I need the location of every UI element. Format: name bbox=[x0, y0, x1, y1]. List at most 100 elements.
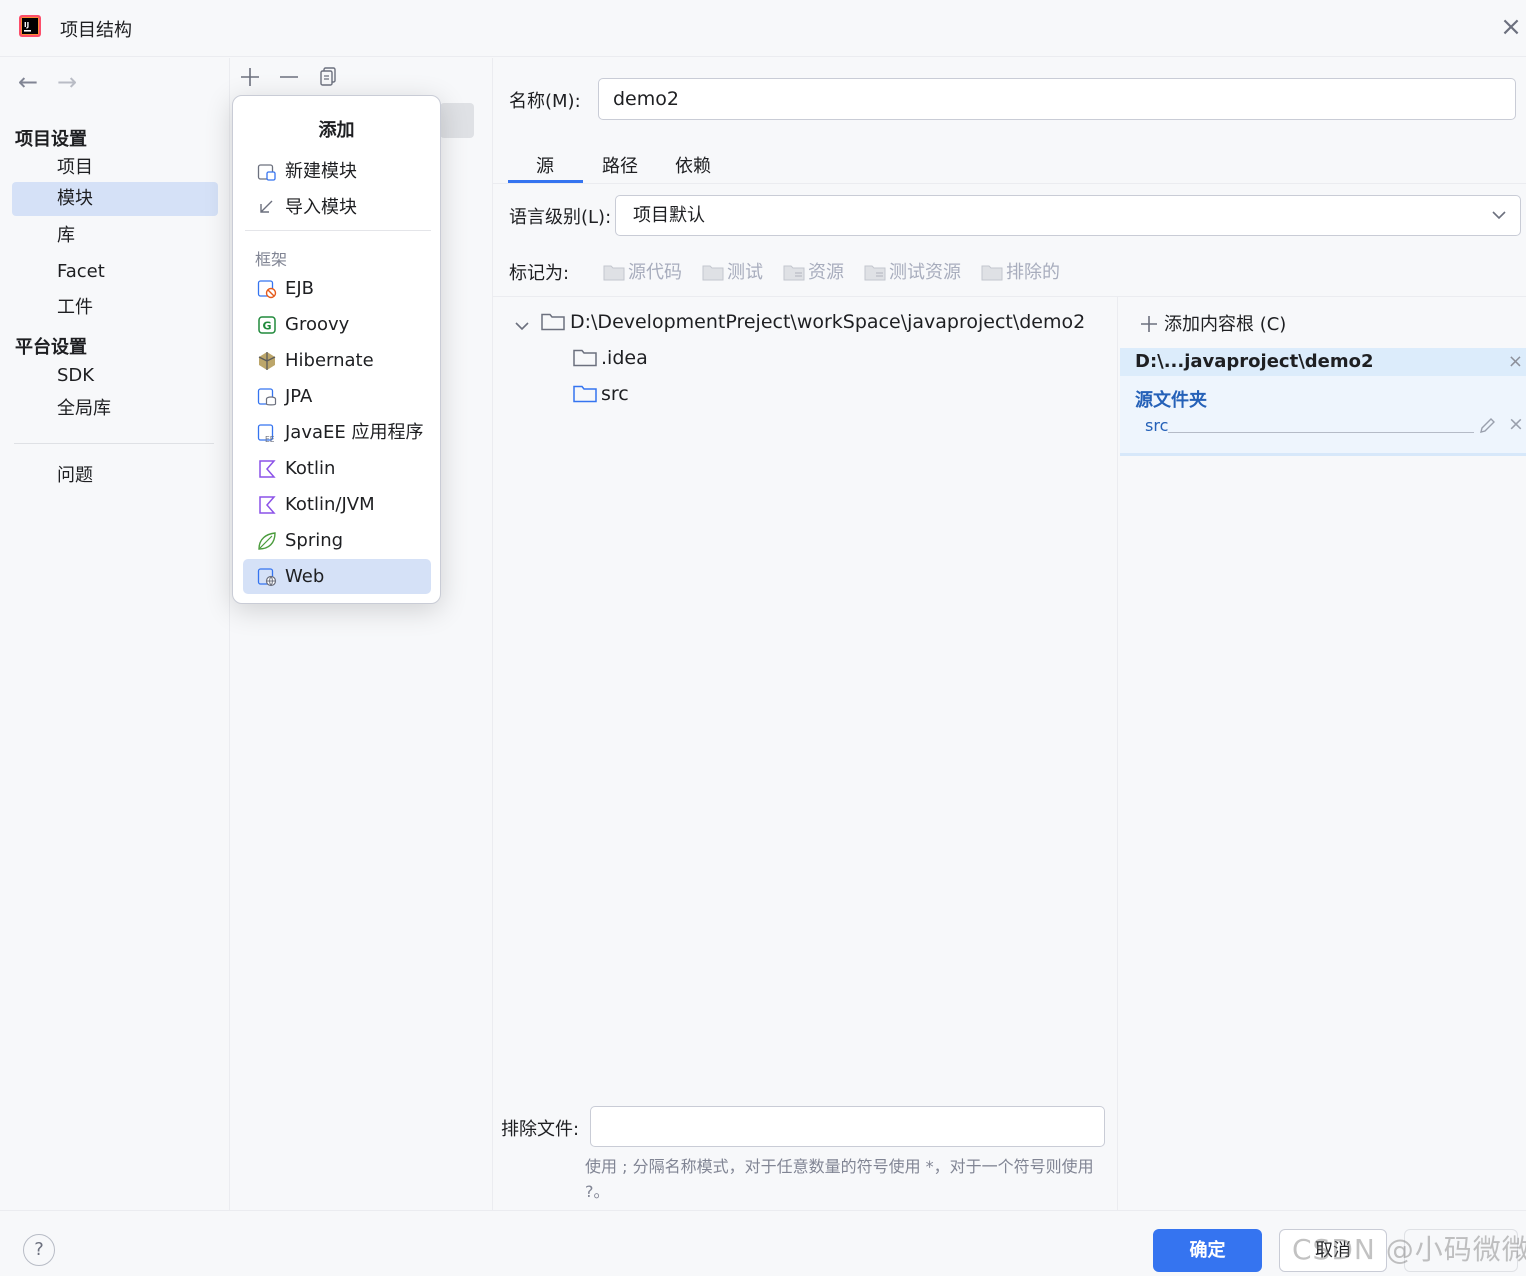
tree-item-label: src bbox=[601, 383, 629, 405]
window-title: 项目结构 bbox=[60, 20, 132, 41]
mark-as-label: 标记为: bbox=[509, 263, 570, 284]
name-label: 名称(M): bbox=[509, 91, 581, 112]
sidebar-item-sdk[interactable]: SDK bbox=[12, 359, 218, 393]
menu-item-spring[interactable]: Spring bbox=[243, 523, 431, 558]
sidebar-item-project[interactable]: 项目 bbox=[12, 151, 218, 185]
source-folders-label: 源文件夹 bbox=[1135, 390, 1207, 411]
mark-as-test-resources-button[interactable]: 测试资源 bbox=[864, 258, 961, 284]
mark-as-tests-button[interactable]: 测试 bbox=[702, 258, 763, 284]
popup-separator bbox=[245, 230, 431, 231]
minus-icon[interactable] bbox=[279, 67, 299, 87]
groovy-icon: G bbox=[258, 316, 276, 334]
folder-icon bbox=[541, 313, 565, 331]
popup-title: 添加 bbox=[318, 120, 355, 141]
folder-icon bbox=[573, 349, 597, 367]
tree-root-row[interactable]: D:\DevelopmentPreject\workSpace\javaproj… bbox=[515, 304, 1085, 340]
tab-paths[interactable]: 路径 bbox=[602, 152, 638, 178]
hibernate-icon bbox=[258, 352, 276, 370]
arrow-right-icon[interactable]: → bbox=[57, 68, 77, 96]
intellij-idea-logo-icon: IJ bbox=[19, 15, 41, 37]
excluded-folder-icon bbox=[981, 265, 1003, 281]
chevron-down-icon bbox=[1492, 211, 1506, 220]
module-name-input[interactable] bbox=[598, 78, 1516, 120]
close-icon[interactable]: × bbox=[1498, 14, 1524, 40]
project-settings-header: 项目设置 bbox=[15, 129, 87, 150]
language-level-value: 项目默认 bbox=[633, 205, 705, 226]
framework-group-header: 框架 bbox=[255, 250, 288, 269]
menu-item-hibernate[interactable]: Hibernate bbox=[243, 343, 431, 378]
svg-text:G: G bbox=[263, 320, 272, 333]
import-icon bbox=[260, 200, 273, 213]
tab-dependencies[interactable]: 依赖 bbox=[675, 152, 711, 178]
mark-as-sources-button[interactable]: 源代码 bbox=[603, 258, 682, 284]
jpa-icon bbox=[257, 388, 277, 406]
exclude-files-label: 排除文件: bbox=[501, 1119, 580, 1140]
platform-settings-header: 平台设置 bbox=[15, 337, 87, 358]
mark-as-resources-button[interactable]: 资源 bbox=[783, 258, 844, 284]
new-module-icon bbox=[257, 164, 276, 181]
add-popup-menu: 添加 新建模块 导入模块 框架 EJB G Groovy Hibernate J… bbox=[232, 95, 441, 604]
mark-as-excluded-button[interactable]: 排除的 bbox=[981, 258, 1060, 284]
plus-icon[interactable] bbox=[240, 67, 260, 87]
tab-sources[interactable]: 源 bbox=[536, 152, 554, 178]
menu-item-web[interactable]: Web bbox=[243, 559, 431, 594]
sidebar-item-artifacts[interactable]: 工件 bbox=[12, 291, 218, 325]
menu-item-jpa[interactable]: JPA bbox=[243, 379, 431, 414]
content-root-header[interactable]: D:\...javaproject\demo2 × bbox=[1120, 348, 1526, 376]
language-level-select[interactable]: 项目默认 bbox=[615, 195, 1521, 236]
menu-item-ejb[interactable]: EJB bbox=[243, 271, 431, 306]
content-root-path: D:\...javaproject\demo2 bbox=[1135, 351, 1374, 372]
ok-button[interactable]: 确定 bbox=[1153, 1229, 1262, 1272]
title-bar: IJ 项目结构 × bbox=[0, 0, 1526, 57]
sidebar-item-libraries[interactable]: 库 bbox=[12, 219, 218, 253]
tree-item-idea[interactable]: .idea bbox=[573, 340, 648, 376]
menu-item-groovy[interactable]: G Groovy bbox=[243, 307, 431, 342]
pencil-icon[interactable] bbox=[1478, 415, 1498, 435]
chevron-down-icon[interactable] bbox=[515, 321, 529, 331]
source-folder-icon bbox=[573, 385, 597, 403]
exclude-files-hint: 使用 ; 分隔名称模式，对于任意数量的符号使用 *，对于一个符号则使用 ?。 bbox=[585, 1157, 1094, 1201]
javaee-icon: EE bbox=[257, 424, 275, 443]
spring-leaf-icon bbox=[258, 532, 276, 550]
content-root-body: 源文件夹 src × bbox=[1120, 376, 1526, 456]
web-icon bbox=[257, 568, 277, 587]
menu-item-kotlin[interactable]: Kotlin bbox=[243, 451, 431, 486]
content-tree: D:\DevelopmentPreject\workSpace\javaproj… bbox=[493, 297, 1117, 1097]
svg-text:EE: EE bbox=[265, 435, 275, 443]
tree-root-label: D:\DevelopmentPreject\workSpace\javaproj… bbox=[570, 311, 1086, 333]
sidebar-item-facets[interactable]: Facet bbox=[12, 255, 218, 289]
folder-icon bbox=[702, 265, 724, 281]
help-button[interactable]: ? bbox=[23, 1234, 55, 1266]
sidebar-item-global-libraries[interactable]: 全局库 bbox=[12, 392, 218, 426]
exclude-files-input[interactable] bbox=[590, 1106, 1105, 1147]
copy-icon[interactable] bbox=[319, 66, 339, 86]
language-level-label: 语言级别(L): bbox=[509, 207, 612, 228]
test-resource-folder-icon bbox=[864, 265, 886, 281]
folder-icon bbox=[603, 265, 625, 281]
tree-item-src[interactable]: src bbox=[573, 376, 629, 412]
menu-item-new-module[interactable]: 新建模块 bbox=[243, 154, 431, 189]
close-icon[interactable]: × bbox=[1508, 348, 1523, 376]
arrow-left-icon[interactable]: ← bbox=[18, 68, 38, 96]
kotlin-icon bbox=[259, 496, 276, 514]
sidebar-item-modules[interactable]: 模块 bbox=[12, 182, 218, 216]
tabs-divider bbox=[493, 183, 1526, 184]
sidebar-item-problems[interactable]: 问题 bbox=[12, 459, 218, 493]
menu-item-javaee[interactable]: EE JavaEE 应用程序 bbox=[243, 415, 431, 450]
close-icon[interactable]: × bbox=[1508, 413, 1524, 435]
content-root-panel: 添加内容根 (C) D:\...javaproject\demo2 × 源文件夹… bbox=[1117, 297, 1526, 1210]
add-content-root-button[interactable]: 添加内容根 (C) bbox=[1140, 310, 1286, 336]
menu-item-kotlin-jvm[interactable]: Kotlin/JVM bbox=[243, 487, 431, 522]
source-folder-entry[interactable]: src bbox=[1145, 416, 1168, 435]
sidebar-divider bbox=[14, 443, 214, 444]
resource-folder-icon bbox=[783, 265, 805, 281]
svg-text:IJ: IJ bbox=[24, 21, 29, 29]
sidebar: ← → 项目设置 项目 模块 库 Facet 工件 平台设置 SDK 全局库 问… bbox=[0, 58, 230, 1210]
source-folder-underline bbox=[1168, 432, 1474, 433]
module-list-selected-row[interactable] bbox=[440, 103, 474, 138]
plus-icon bbox=[1141, 316, 1157, 332]
kotlin-icon bbox=[259, 460, 276, 478]
ejb-icon bbox=[257, 280, 277, 299]
tree-item-label: .idea bbox=[601, 347, 648, 369]
menu-item-import-module[interactable]: 导入模块 bbox=[243, 190, 431, 225]
